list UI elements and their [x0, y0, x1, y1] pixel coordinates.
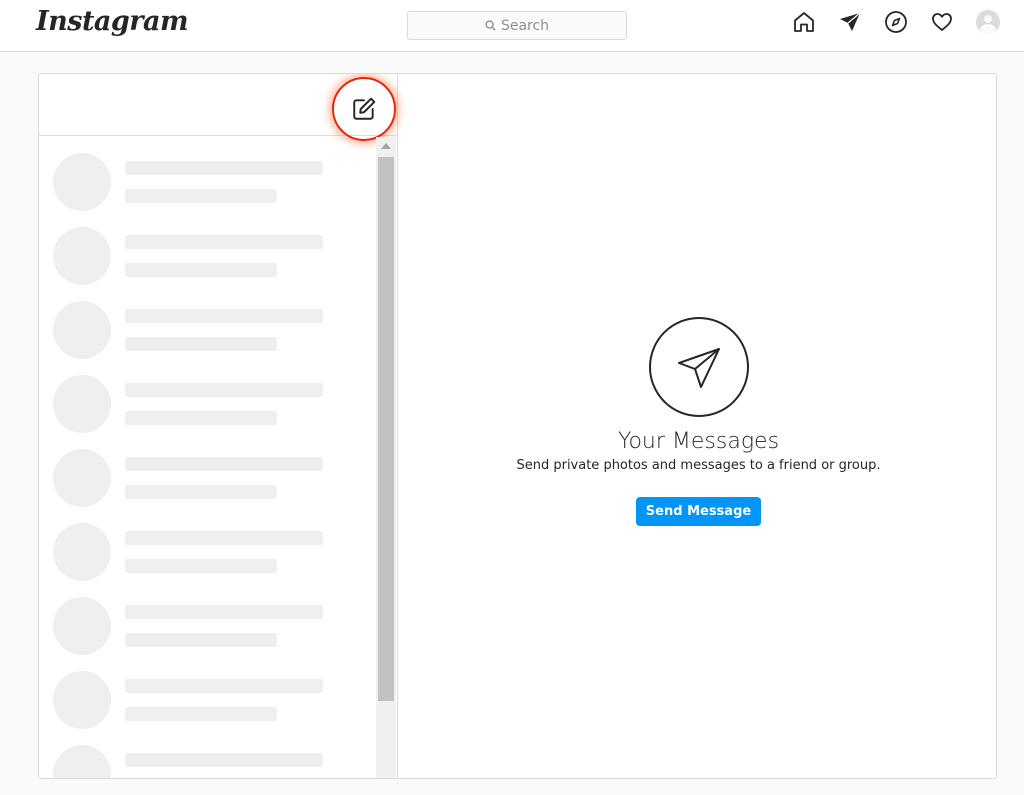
message-view: Your Messages Send private photos and me…	[399, 74, 996, 778]
skeleton-avatar	[53, 597, 111, 655]
skeleton-preview-line	[125, 559, 277, 573]
skeleton-preview-line	[125, 411, 277, 425]
conversation-skeleton-row	[39, 359, 376, 433]
skeleton-preview-line	[125, 337, 277, 351]
skeleton-preview-line	[125, 485, 277, 499]
skeleton-avatar	[53, 301, 111, 359]
conversation-skeleton-row	[39, 507, 376, 581]
avatar-body-shape	[980, 24, 996, 34]
skeleton-preview-line	[125, 633, 277, 647]
conversation-list-column	[39, 74, 398, 778]
top-navigation-bar: Instagram Search	[0, 0, 1024, 52]
skeleton-avatar	[53, 745, 111, 778]
skeleton-name-line	[125, 235, 323, 249]
skeleton-name-line	[125, 753, 323, 767]
search-icon	[485, 20, 496, 31]
skeleton-name-line	[125, 309, 323, 323]
skeleton-preview-line	[125, 189, 277, 203]
avatar-head-shape	[984, 15, 992, 23]
empty-state-subtitle: Send private photos and messages to a fr…	[516, 458, 881, 473]
direct-icon[interactable]	[838, 10, 862, 34]
conversation-skeleton-row	[39, 285, 376, 359]
empty-state-title: Your Messages	[617, 429, 780, 454]
paper-plane-glyph	[677, 348, 720, 388]
conversation-scrollbar[interactable]	[376, 137, 396, 778]
skeleton-avatar	[53, 449, 111, 507]
skeleton-avatar	[53, 523, 111, 581]
skeleton-preview-line	[125, 707, 277, 721]
profile-avatar[interactable]	[976, 10, 1000, 34]
empty-messages-state: Your Messages Send private photos and me…	[399, 317, 996, 526]
home-icon[interactable]	[792, 10, 816, 34]
conversation-skeleton-row	[39, 433, 376, 507]
skeleton-avatar	[53, 153, 111, 211]
activity-heart-icon[interactable]	[930, 10, 954, 34]
skeleton-name-line	[125, 605, 323, 619]
explore-icon[interactable]	[884, 10, 908, 34]
inbox-header	[39, 74, 397, 141]
skeleton-preview-line	[125, 263, 277, 277]
skeleton-name-line	[125, 383, 323, 397]
conversation-skeleton-row	[39, 581, 376, 655]
skeleton-name-line	[125, 161, 323, 175]
scrollbar-thumb[interactable]	[378, 157, 394, 701]
skeleton-avatar	[53, 375, 111, 433]
skeleton-name-line	[125, 679, 323, 693]
paper-plane-icon	[648, 317, 749, 417]
new-message-button[interactable]	[332, 77, 396, 141]
conversation-skeleton-row	[39, 729, 376, 778]
skeleton-name-line	[125, 531, 323, 545]
scroll-up-arrow-icon[interactable]	[381, 143, 391, 149]
nav-icons	[792, 10, 1000, 34]
search-placeholder: Search	[500, 17, 550, 34]
skeleton-avatar	[53, 671, 111, 729]
search-input[interactable]: Search	[407, 11, 627, 40]
direct-messages-panel: Your Messages Send private photos and me…	[38, 73, 997, 779]
conversation-skeleton-row	[39, 655, 376, 729]
instagram-logo[interactable]: Instagram	[36, 6, 189, 37]
send-message-button[interactable]: Send Message	[635, 497, 762, 526]
skeleton-name-line	[125, 457, 323, 471]
new-message-icon	[353, 97, 376, 120]
conversation-skeleton-row	[39, 137, 376, 211]
conversation-list	[39, 137, 376, 778]
conversation-skeleton-row	[39, 211, 376, 285]
skeleton-avatar	[53, 227, 111, 285]
